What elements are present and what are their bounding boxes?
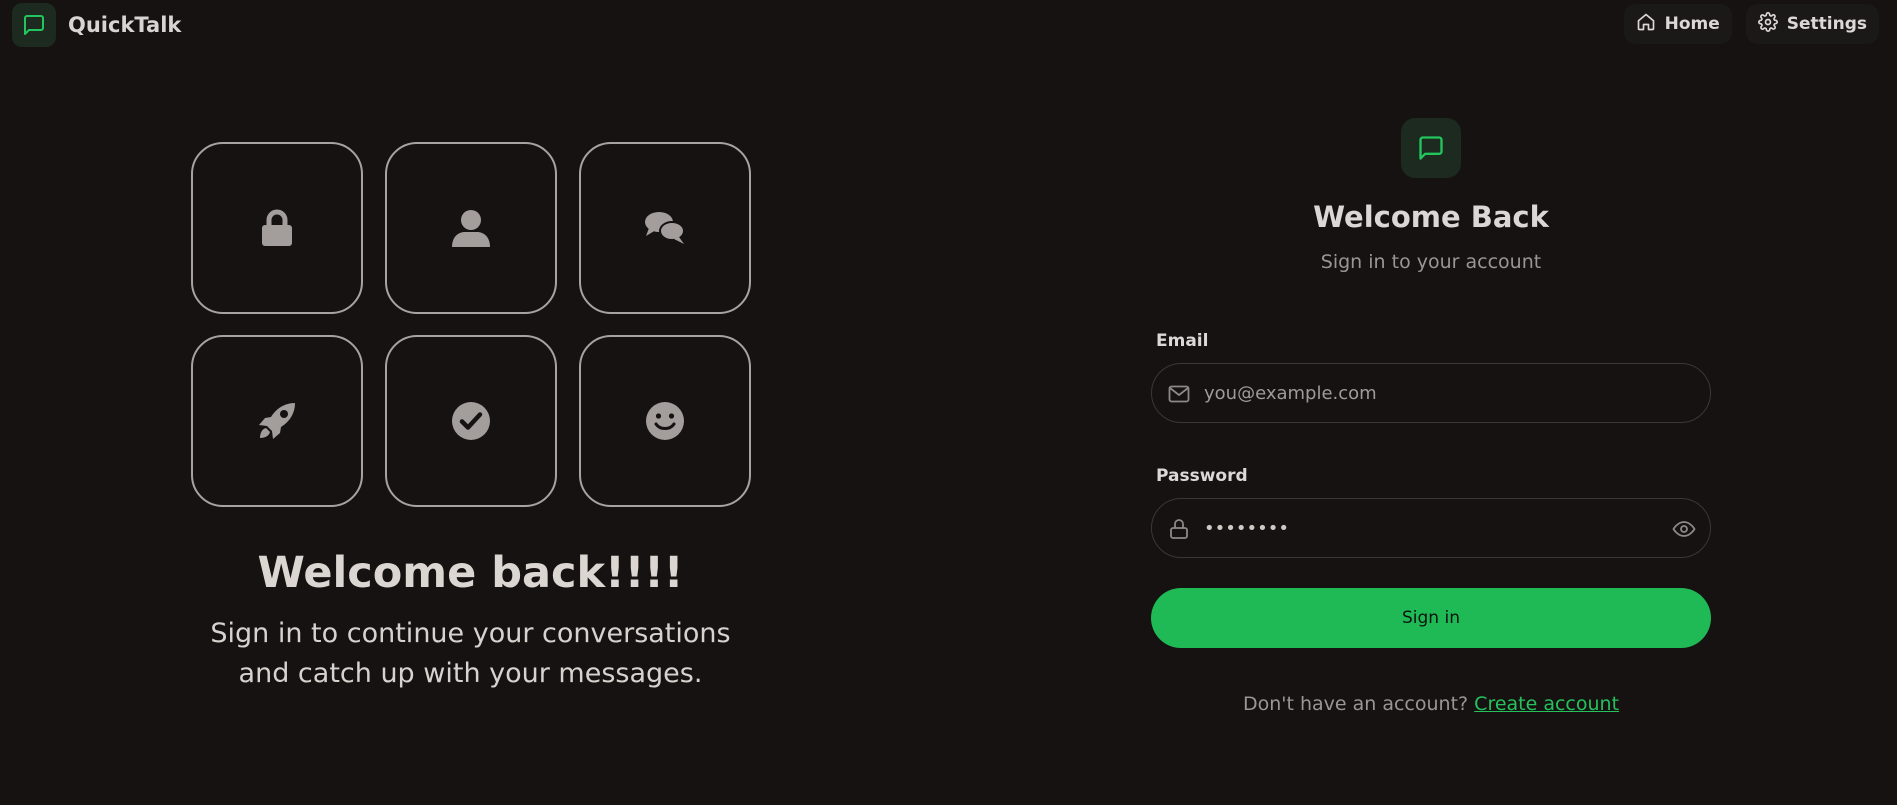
tile-user xyxy=(385,142,557,314)
password-field-wrapper xyxy=(1151,498,1711,558)
home-icon xyxy=(1636,12,1656,37)
top-nav-bar: QuickTalk Home Settings xyxy=(0,0,1897,48)
chat-logo-icon xyxy=(1401,118,1461,178)
gear-icon xyxy=(1757,11,1778,37)
signup-prompt: Don't have an account? Create account xyxy=(1151,693,1711,715)
lock-icon xyxy=(1170,519,1188,539)
tile-check xyxy=(385,335,557,507)
tile-smile xyxy=(579,335,751,507)
chat-logo-icon xyxy=(12,3,56,47)
form-title: Welcome Back xyxy=(1313,200,1549,234)
smile-icon xyxy=(646,402,684,440)
settings-label: Settings xyxy=(1786,14,1867,34)
tile-comments xyxy=(579,142,751,314)
comments-icon xyxy=(645,212,685,244)
email-field-wrapper xyxy=(1151,363,1711,423)
settings-button[interactable]: Settings xyxy=(1745,4,1879,44)
password-label: Password xyxy=(1156,466,1248,486)
nav-menu: Home Settings xyxy=(1623,4,1879,44)
create-account-link[interactable]: Create account xyxy=(1474,693,1619,715)
home-label: Home xyxy=(1664,14,1720,34)
email-input[interactable] xyxy=(1202,364,1652,422)
rocket-icon xyxy=(259,403,295,439)
hero-title: Welcome back!!!! xyxy=(257,548,684,598)
mail-icon xyxy=(1168,385,1190,403)
signup-text: Don't have an account? xyxy=(1242,693,1469,715)
user-icon xyxy=(452,210,490,247)
feature-tile-grid xyxy=(191,142,751,507)
brand[interactable]: QuickTalk xyxy=(12,3,181,47)
email-label: Email xyxy=(1156,331,1209,351)
password-input[interactable] xyxy=(1202,499,1652,557)
eye-icon[interactable] xyxy=(1672,517,1696,541)
home-button[interactable]: Home xyxy=(1623,4,1732,44)
tile-lock xyxy=(191,142,363,314)
sign-in-button[interactable]: Sign in xyxy=(1151,588,1711,648)
check-circle-icon xyxy=(452,402,490,440)
hero-subtitle: Sign in to continue your conversations a… xyxy=(210,618,731,689)
tile-rocket xyxy=(191,335,363,507)
form-subtitle: Sign in to your account xyxy=(1320,251,1542,273)
brand-name: QuickTalk xyxy=(68,13,182,37)
lock-icon xyxy=(262,209,292,246)
